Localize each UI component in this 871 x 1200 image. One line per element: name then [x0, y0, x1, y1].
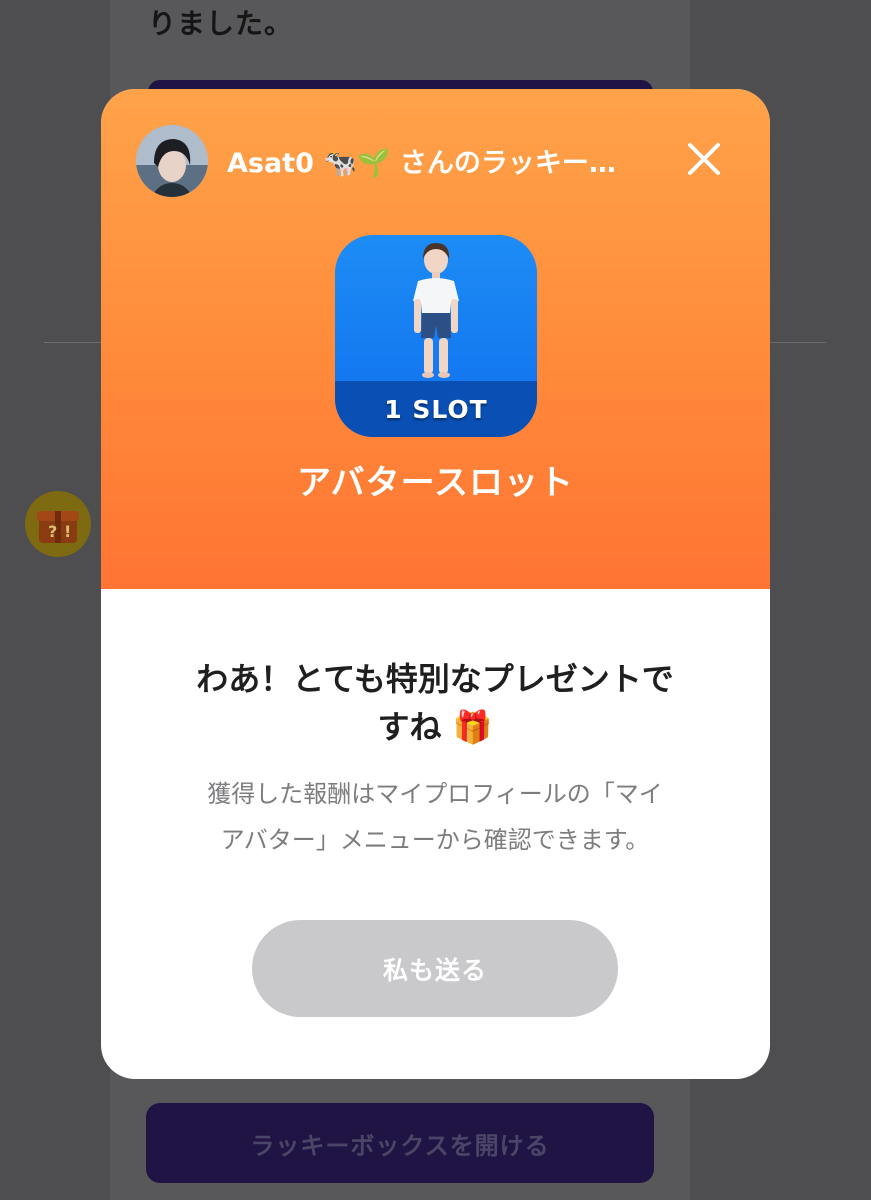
- description-line1: 獲得した報酬はマイプロフィールの「マイ: [207, 780, 663, 808]
- open-lucky-box-button[interactable]: ラッキーボックスを開ける: [146, 1103, 654, 1183]
- headline-line2-wrapper: すね 🎁: [155, 703, 715, 751]
- background-message-text: りました。: [148, 7, 294, 40]
- gift-icon: 🎁: [452, 708, 493, 746]
- send-too-button[interactable]: 私も送る: [252, 920, 618, 1017]
- reward-description: 獲得した報酬はマイプロフィールの「マイ アバター」メニューから確認できます。: [145, 771, 725, 863]
- svg-text:?: ?: [48, 522, 57, 541]
- sender-title: Asat0 🐄🌱 さんのラッキー…: [227, 148, 616, 179]
- headline-line2: すね: [377, 708, 442, 746]
- headline-line1: わあ！とても特別なプレゼントで: [196, 660, 674, 698]
- reward-headline: わあ！とても特別なプレゼントで すね 🎁: [155, 655, 715, 751]
- description-line2: アバター」メニューから確認できます。: [220, 826, 650, 854]
- svg-text:!: !: [64, 522, 71, 541]
- item-name: アバタースロット: [297, 463, 574, 503]
- close-icon[interactable]: [682, 137, 726, 181]
- avatar: [136, 125, 208, 197]
- avatar-figure-icon: [413, 243, 459, 378]
- slot-count-badge: 1 SLOT: [335, 381, 537, 437]
- reward-modal: Asat0 🐄🌱 さんのラッキー… 1 SLOT アバタースロット わあ！とても…: [101, 89, 770, 1079]
- avatar-slot-item-image: 1 SLOT: [335, 235, 537, 437]
- mystery-gift-icon: ? !: [25, 491, 91, 557]
- modal-header: Asat0 🐄🌱 さんのラッキー… 1 SLOT アバタースロット: [101, 89, 770, 589]
